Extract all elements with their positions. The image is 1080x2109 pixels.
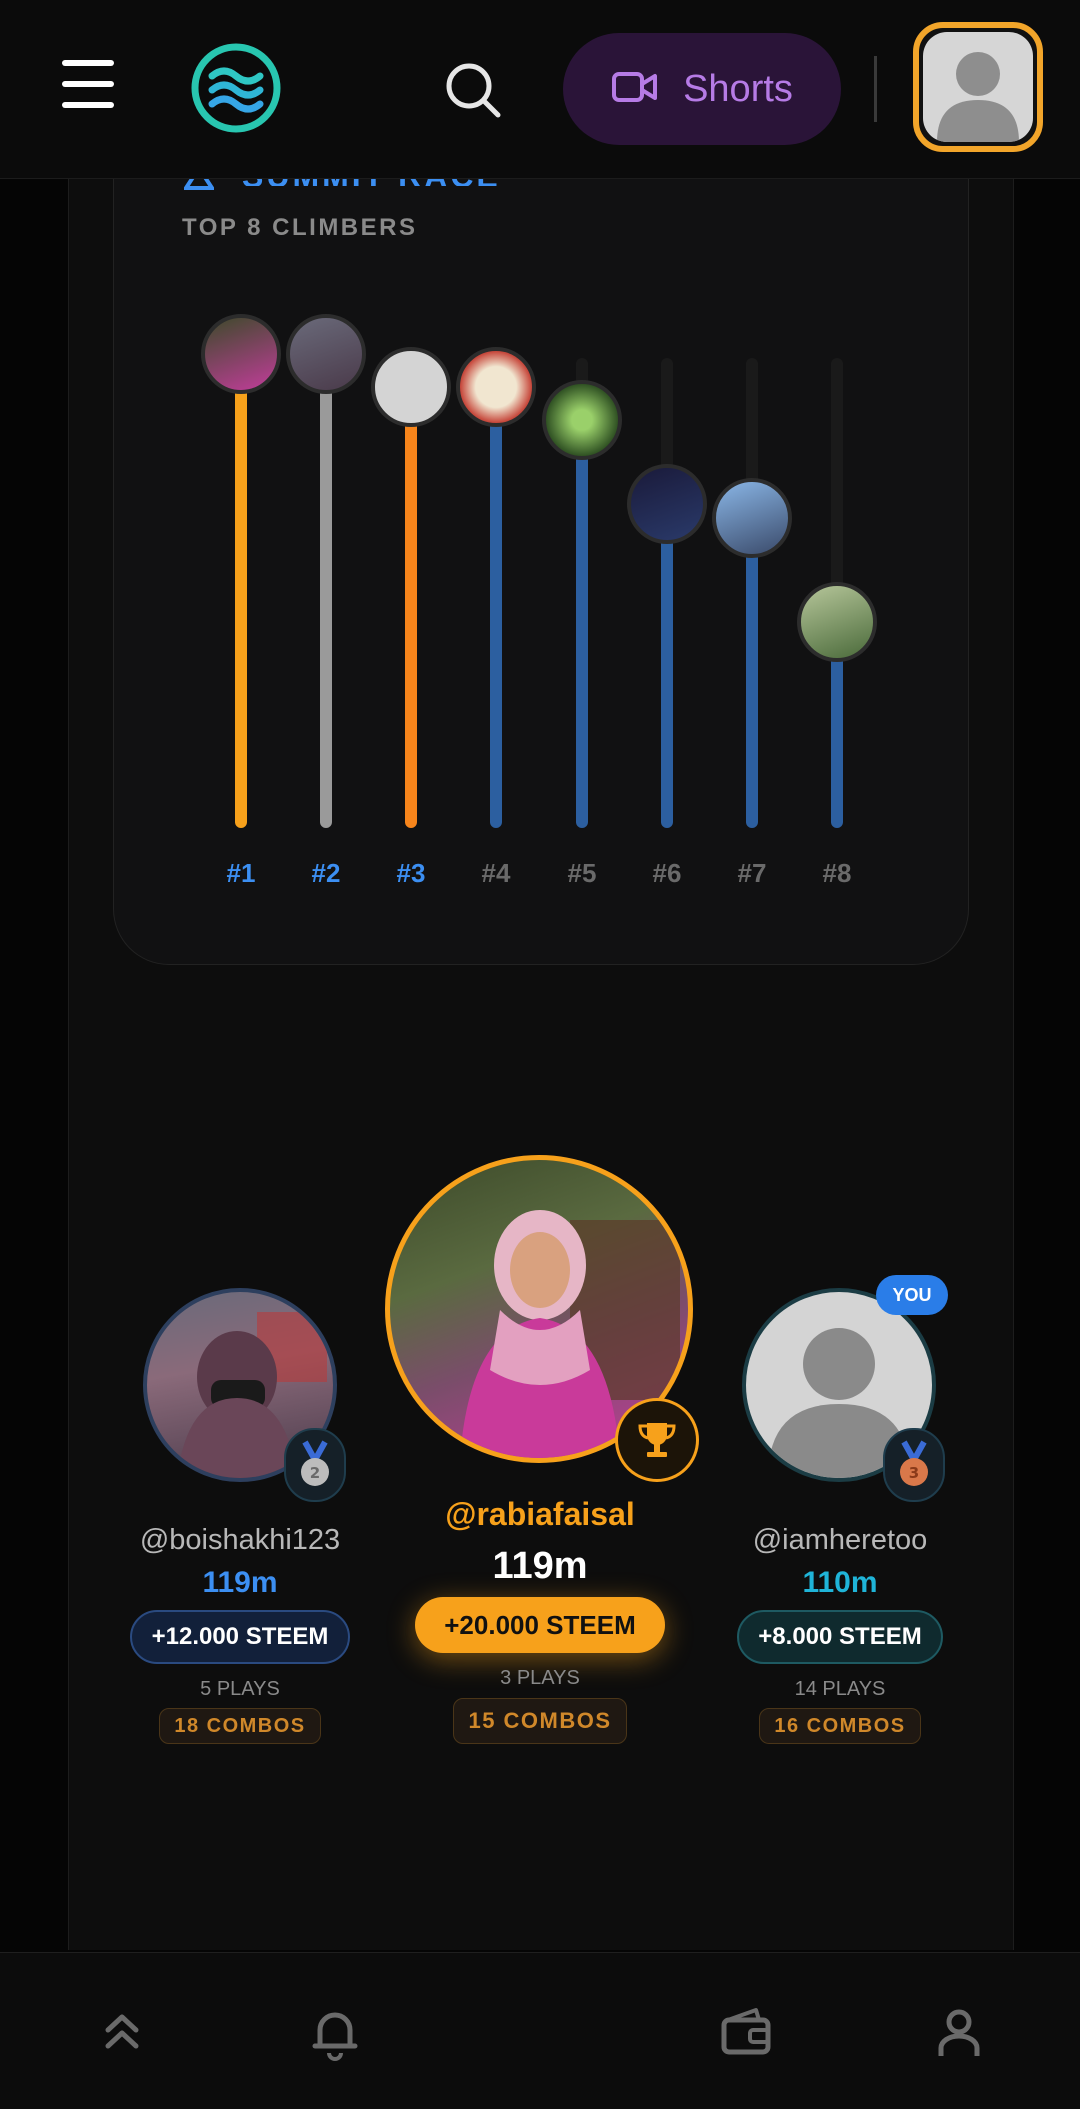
shorts-button[interactable]: Shorts (563, 33, 841, 145)
third-place-name[interactable]: @iamheretoo (700, 1524, 980, 1557)
svg-text:3: 3 (909, 1464, 919, 1482)
top-app-bar: Shorts (0, 0, 1080, 179)
climber-progress-bar-4 (490, 391, 502, 828)
silver-medal-icon: 2 (284, 1428, 346, 1502)
scroll-up-icon[interactable] (92, 2002, 152, 2062)
climber-rank-2: #2 (311, 858, 341, 888)
menu-icon[interactable] (62, 60, 114, 108)
first-place-name[interactable]: @rabiafaisal (380, 1496, 700, 1533)
first-place-distance: 119m (492, 1545, 588, 1587)
bronze-medal-icon: 3 (883, 1428, 945, 1502)
search-icon[interactable] (443, 60, 503, 120)
climber-avatar-3[interactable] (371, 347, 451, 427)
bottom-navigation (0, 1952, 1080, 2109)
climber-rank-7: #7 (737, 858, 767, 888)
climber-avatar-4[interactable] (456, 347, 536, 427)
you-badge: YOU (876, 1275, 948, 1315)
header-divider (874, 56, 877, 122)
app-logo-icon[interactable] (190, 42, 282, 134)
wallet-icon[interactable] (716, 2002, 776, 2062)
trophy-icon (615, 1398, 699, 1482)
climber-avatar-2[interactable] (286, 314, 366, 394)
climber-progress-bar-3 (405, 391, 417, 828)
second-place-plays: 5 PLAYS (200, 1678, 280, 1700)
profile-icon[interactable] (929, 2002, 989, 2062)
climber-progress-bar-6 (661, 508, 673, 828)
climber-avatar-8[interactable] (797, 582, 877, 662)
video-camera-icon (611, 70, 659, 109)
climber-progress-bar-1 (235, 358, 247, 828)
climber-rank-8: #8 (822, 858, 852, 888)
third-place-combos: 16 COMBOS (759, 1708, 921, 1744)
third-place-reward: +8.000 STEEM (737, 1610, 943, 1664)
climber-rank-3: #3 (396, 858, 426, 888)
first-place-reward: +20.000 STEEM (415, 1597, 665, 1653)
climber-avatar-6[interactable] (627, 464, 707, 544)
first-place-plays: 3 PLAYS (500, 1667, 580, 1689)
climber-progress-bar-7 (746, 522, 758, 828)
climber-rank-5: #5 (567, 858, 597, 888)
svg-text:2: 2 (310, 1464, 320, 1482)
first-place-combos: 15 COMBOS (453, 1698, 627, 1744)
climber-progress-bar-2 (320, 358, 332, 828)
second-place-combos: 18 COMBOS (159, 1708, 321, 1744)
climber-avatar-7[interactable] (712, 478, 792, 558)
climber-rank-4: #4 (481, 858, 511, 888)
third-place-plays: 14 PLAYS (794, 1678, 886, 1700)
climber-rank-6: #6 (652, 858, 682, 888)
profile-avatar[interactable] (913, 22, 1043, 152)
notification-bell-icon[interactable] (305, 2002, 365, 2062)
second-place-reward: +12.000 STEEM (130, 1610, 350, 1664)
climber-rank-1: #1 (226, 858, 256, 888)
shorts-label: Shorts (683, 67, 793, 110)
third-place-distance: 110m (802, 1566, 878, 1599)
second-place-distance: 119m (202, 1566, 278, 1599)
climber-avatar-5[interactable] (542, 380, 622, 460)
climber-progress-bar-5 (576, 424, 588, 828)
second-place-name[interactable]: @boishakhi123 (100, 1524, 380, 1557)
climber-avatar-1[interactable] (201, 314, 281, 394)
